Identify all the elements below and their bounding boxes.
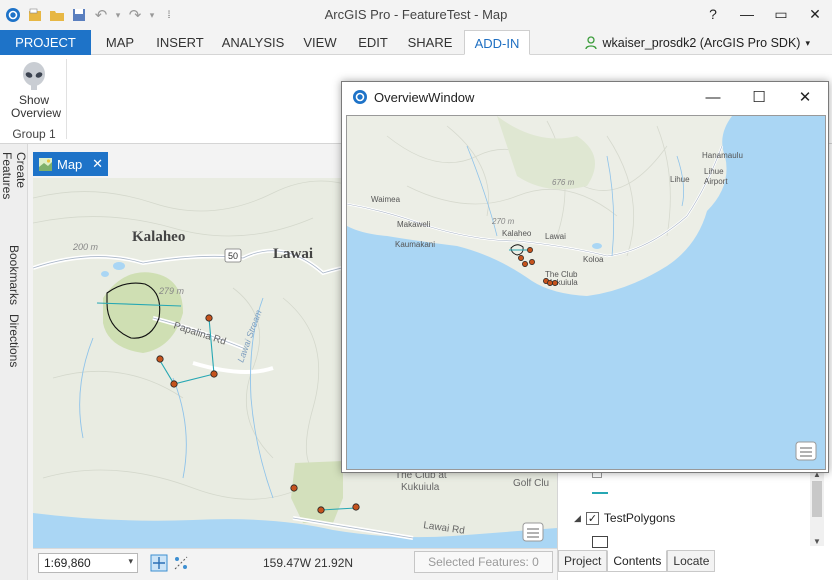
ov-feature-point [518,255,524,261]
ov-label-makaweli: Makaweli [397,220,431,229]
overview-maximize-icon[interactable]: ☐ [736,82,782,112]
tab-catalog-project[interactable]: Project [558,550,608,572]
tab-analysis[interactable]: ANALYSIS [218,30,288,55]
scale-dropdown[interactable]: 1:69,860 ▾ [38,553,138,573]
label-contour-200: 200 m [72,242,99,252]
overview-window[interactable]: OverviewWindow — ☐ ✕ Hanamaulu Lihue Lih… [341,81,829,473]
ov-feature-point [527,247,533,253]
dock-pane-tabs: Project Contents Locate [558,550,716,574]
feature-point[interactable] [210,370,218,378]
tab-map[interactable]: MAP [97,30,143,55]
group-separator [66,59,67,139]
label-lawai: Lawai [273,246,313,262]
alien-icon [23,62,45,90]
tab-project[interactable]: PROJECT [0,30,91,55]
cursor-coordinates: 159.47W 21.92N [263,556,354,570]
ov-label-airport: Airport [704,177,728,186]
dock-tab-create-features[interactable]: Create Features [0,152,28,238]
ov-label-contour-676: 676 m [552,178,575,187]
show-overview-button[interactable]: Show Overview [6,61,62,120]
ov-feature-point [529,259,535,265]
navigation-tool-icon[interactable] [150,554,168,575]
ov-label-contour-270: 270 m [491,217,515,226]
title-bar: ↶ ▾ ↷ ▾ ⁞ ArcGIS Pro - FeatureTest - Map… [0,0,832,30]
tab-locate[interactable]: Locate [667,550,716,572]
tab-view[interactable]: VIEW [296,30,344,55]
user-name: wkaiser_prosdk2 (ArcGIS Pro SDK) [602,36,801,50]
ov-feature-point [547,280,553,286]
overview-window-controls: — ☐ ✕ [690,82,828,112]
layer-name: TestPolygons [603,511,676,525]
tab-contents[interactable]: Contents [607,550,668,572]
left-dock: Create Features Bookmarks Directions [0,144,28,580]
help-button[interactable]: ? [696,0,730,28]
overview-title: OverviewWindow [374,89,475,105]
overview-map[interactable]: Hanamaulu Lihue Lihue Airport Waimea Mak… [346,115,826,470]
overview-map-canvas[interactable]: Hanamaulu Lihue Lihue Airport Waimea Mak… [347,116,825,469]
ov-label-hanamaulu: Hanamaulu [702,151,743,160]
overview-minimize-icon[interactable]: — [690,82,736,112]
tab-share[interactable]: SHARE [402,30,458,55]
window-controls: ? — ▭ ✕ [696,0,832,30]
ov-feature-point [552,280,558,286]
map-icon [39,157,52,171]
scroll-down-icon[interactable]: ▼ [810,537,824,546]
feature-point[interactable] [317,506,325,514]
tab-add-in[interactable]: ADD-IN [464,30,530,55]
ov-label-koloa: Koloa [583,255,604,264]
label-contour-279: 279 m [158,286,185,296]
feature-point[interactable] [352,503,360,511]
tab-edit[interactable]: EDIT [350,30,396,55]
user-icon [585,36,598,50]
map-status-bar: 1:69,860 ▾ 159.47W 21.92N Selected Featu… [33,548,557,576]
legend-swatch-line [592,492,608,494]
route-shield-label: 50 [228,251,238,261]
show-overview-label: Show Overview [11,93,62,120]
layer-visibility-checkbox[interactable]: ✓ [585,511,599,525]
map-tab-label: Map [57,156,83,172]
label-golf-club: Golf Clu [513,478,549,489]
feature-point[interactable] [170,380,178,388]
label-kukuiula: Kukuiula [401,482,440,493]
tab-insert[interactable]: INSERT [150,30,210,55]
legend-swatch-polygon [592,536,608,548]
dock-tab-bookmarks[interactable]: Bookmarks [3,244,25,306]
ov-label-kaumakani: Kaumakani [395,240,435,249]
ov-feature-point [522,261,528,267]
scale-value: 1:69,860 [44,556,91,570]
ov-label-lihue: Lihue [670,175,690,184]
map-view-tab[interactable]: Map ✕ [33,152,108,176]
user-account[interactable]: wkaiser_prosdk2 (ArcGIS Pro SDK) ▾ [585,36,810,50]
minimize-icon[interactable]: — [730,0,764,28]
arcgis-pro-window: ↶ ▾ ↷ ▾ ⁞ ArcGIS Pro - FeatureTest - Map… [0,0,832,580]
selected-features-button[interactable]: Selected Features: 0 [414,551,553,573]
user-dropdown-icon[interactable]: ▾ [805,38,810,49]
ov-label-kalaheo: Kalaheo [502,229,532,238]
close-map-tab-icon[interactable]: ✕ [92,156,103,172]
layer-row-testpolygons[interactable]: ◢ ✓ TestPolygons [574,511,675,525]
ov-label-lawai: Lawai [545,232,566,241]
expand-triangle-icon[interactable]: ◢ [574,513,581,524]
close-icon[interactable]: ✕ [798,0,832,28]
maximize-icon[interactable]: ▭ [764,0,798,28]
feature-point[interactable] [205,314,213,322]
scroll-thumb[interactable] [812,481,822,517]
dock-tab-directions[interactable]: Directions [3,312,25,370]
ribbon-group-label: Group 1 [12,127,56,141]
snapping-tool-icon[interactable] [172,554,190,575]
feature-point[interactable] [290,484,298,492]
overview-close-icon[interactable]: ✕ [782,82,828,112]
map-overflow-icon[interactable] [522,522,544,542]
label-kalaheo: Kalaheo [132,229,185,245]
park-club [291,461,343,523]
ov-overflow-icon[interactable] [795,441,817,461]
contents-scrollbar[interactable]: ▲ ▼ [810,470,824,546]
ov-label-waimea: Waimea [371,195,401,204]
ov-label-lihue-airport: Lihue [704,167,724,176]
feature-point[interactable] [156,355,164,363]
arcgis-app-icon [353,90,367,104]
chevron-down-icon: ▾ [128,556,133,566]
